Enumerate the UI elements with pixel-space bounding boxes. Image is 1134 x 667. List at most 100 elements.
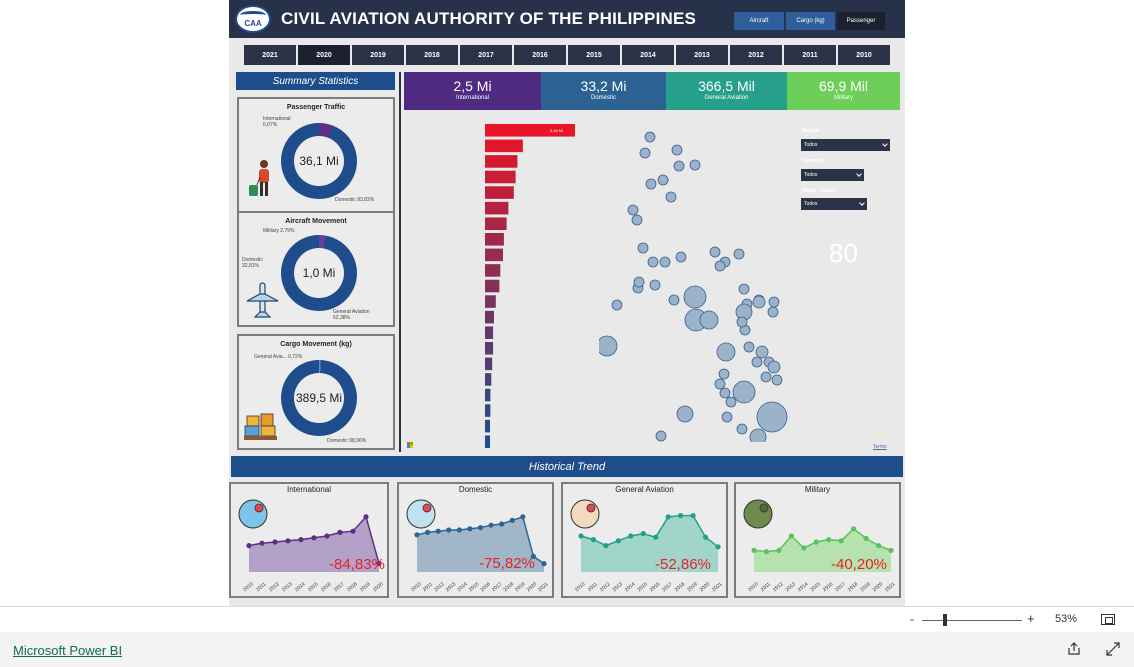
map-bubble[interactable] — [771, 374, 783, 386]
trend-point[interactable] — [838, 538, 844, 544]
year-button-2012[interactable]: 2012 — [729, 44, 783, 66]
ranking-bar[interactable] — [485, 357, 493, 371]
year-button-2016[interactable]: 2016 — [513, 44, 567, 66]
map-bubble[interactable] — [736, 423, 748, 435]
map-bubble[interactable] — [649, 279, 661, 291]
cargo-movement-card[interactable]: Cargo Movement (kg) 389,5 Mi General Avi… — [237, 334, 395, 450]
year-button-2018[interactable]: 2018 — [405, 44, 459, 66]
trend-point[interactable] — [788, 533, 794, 539]
ranking-bar[interactable] — [485, 404, 491, 417]
tab-passenger[interactable]: Passenger — [837, 12, 885, 30]
year-button-2015[interactable]: 2015 — [567, 44, 621, 66]
trend-point[interactable] — [363, 514, 369, 520]
year-button-2020[interactable]: 2020 — [297, 44, 351, 66]
flight-status-dropdown[interactable]: Todos — [801, 198, 867, 210]
region-dropdown[interactable]: Todos — [801, 139, 890, 151]
trend-point[interactable] — [801, 545, 807, 551]
map-bubble[interactable] — [768, 296, 780, 308]
trend-point[interactable] — [350, 528, 356, 534]
ranking-bar[interactable] — [485, 217, 507, 230]
year-button-2014[interactable]: 2014 — [621, 44, 675, 66]
expand-icon[interactable] — [1106, 642, 1120, 656]
trend-point[interactable] — [499, 521, 505, 527]
map-bubble[interactable] — [767, 306, 779, 318]
tab-aircraft[interactable]: Aircraft — [734, 12, 784, 30]
passenger-donut-chart[interactable]: 36,1 Mi — [281, 123, 357, 199]
map-bubble[interactable] — [665, 191, 677, 203]
trend-card-domestic[interactable]: 2010 2011 2012 2013 2014 2015 2016 2017 2018 2019… — [397, 482, 554, 598]
cargo-donut-chart[interactable]: 389,5 Mi — [281, 360, 357, 436]
bubble-map[interactable] — [599, 122, 799, 442]
fit-to-page-icon[interactable] — [1101, 614, 1115, 625]
terms-link[interactable]: Terms — [873, 444, 887, 450]
map-bubble[interactable] — [611, 299, 623, 311]
year-button-2017[interactable]: 2017 — [459, 44, 513, 66]
trend-point[interactable] — [628, 533, 634, 539]
map-bubble[interactable] — [655, 430, 667, 442]
ranking-bar[interactable] — [485, 279, 500, 293]
trend-point[interactable] — [446, 527, 452, 533]
ranking-bar[interactable] — [485, 435, 490, 448]
ranking-bar[interactable] — [485, 264, 501, 277]
map-bubble[interactable] — [738, 283, 750, 295]
trend-point[interactable] — [863, 535, 869, 541]
trend-point[interactable] — [690, 513, 696, 519]
year-button-2021[interactable]: 2021 — [243, 44, 297, 66]
trend-point[interactable] — [653, 534, 659, 540]
trend-point[interactable] — [311, 535, 317, 541]
map-bubble[interactable] — [751, 356, 763, 368]
trend-point[interactable] — [259, 540, 265, 546]
zoom-slider-track[interactable] — [922, 620, 1022, 621]
map-bubble[interactable] — [675, 251, 687, 263]
trend-point[interactable] — [590, 537, 597, 543]
trend-card-general-aviation[interactable]: 2010 2011 2012 2013 2014 2015 2016 2017 2018 2019… — [561, 482, 728, 598]
trend-point[interactable] — [467, 526, 473, 532]
kpi-international[interactable]: 2,5 Mi International — [404, 72, 541, 110]
trend-point[interactable] — [603, 543, 609, 549]
year-button-2010[interactable]: 2010 — [837, 44, 891, 66]
map-bubble[interactable] — [644, 131, 656, 143]
trend-point[interactable] — [285, 538, 291, 544]
map-bubble[interactable] — [725, 396, 737, 408]
map-bubble[interactable] — [714, 260, 726, 272]
map-bubble[interactable] — [639, 147, 651, 159]
ranking-bar[interactable] — [485, 186, 514, 199]
trend-point[interactable] — [888, 547, 894, 553]
trend-card-international[interactable]: 2010 2011 2012 2013 2014 2015 2016 2017 2018 2019… — [229, 482, 389, 598]
ranking-bar[interactable] — [485, 155, 518, 168]
trend-point[interactable] — [851, 526, 857, 532]
map-bubble[interactable] — [767, 360, 781, 374]
trend-point[interactable] — [456, 527, 462, 533]
ranking-bar[interactable] — [485, 419, 490, 433]
trend-point[interactable] — [509, 517, 515, 523]
map-bubble[interactable] — [752, 295, 766, 309]
map-bubble[interactable] — [631, 214, 643, 226]
ranking-bar[interactable] — [485, 295, 496, 308]
map-bubble[interactable] — [760, 371, 772, 383]
map-bubble[interactable] — [647, 256, 659, 268]
ranking-bar[interactable] — [485, 310, 494, 324]
ranking-bar[interactable] — [485, 388, 491, 402]
trend-point[interactable] — [477, 525, 484, 531]
trend-card-military[interactable]: 2010 2011 2012 2013 2014 2015 2016 2017 2018 2019… — [734, 482, 901, 598]
map-bubble[interactable] — [716, 342, 736, 362]
trend-point[interactable] — [776, 547, 782, 553]
ranking-bar-chart[interactable] — [484, 122, 584, 452]
operation-dropdown[interactable]: Todos — [801, 169, 864, 181]
map-bubble[interactable] — [645, 178, 657, 190]
map-bubble[interactable] — [736, 316, 748, 328]
map-bubble[interactable] — [657, 174, 669, 186]
map-bubble[interactable] — [627, 204, 639, 216]
ranking-bar[interactable] — [485, 248, 503, 262]
map-bubble[interactable] — [671, 144, 683, 156]
map-bubble[interactable] — [732, 380, 756, 404]
kpi-domestic[interactable]: 33,2 Mi Domestic — [541, 72, 666, 110]
tab-cargo[interactable]: Cargo (kg) — [786, 12, 835, 30]
map-bubble[interactable] — [714, 378, 726, 390]
ranking-bar[interactable] — [485, 139, 523, 153]
trend-point[interactable] — [541, 561, 547, 567]
map-bubble[interactable] — [676, 405, 694, 423]
map-bubble[interactable] — [756, 401, 788, 433]
zoom-out-button[interactable]: - — [910, 612, 914, 626]
map-bubble[interactable] — [633, 276, 645, 288]
